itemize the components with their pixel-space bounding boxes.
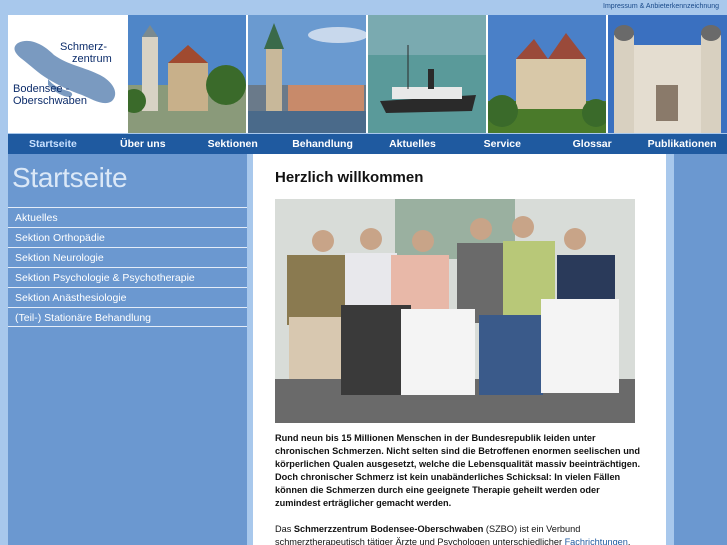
sidebar-item-orthopaedie[interactable]: Sektion Orthopädie [8,227,247,247]
nav-sektionen[interactable]: Sektionen [188,134,278,154]
nav-service[interactable]: Service [457,134,547,154]
photo-church-town [128,15,246,133]
nav-publikationen[interactable]: Publikationen [637,134,727,154]
main-content: Herzlich willkommen Rund neun bis 15 Mil… [253,154,666,545]
top-bar: Impressum & Anbieterkennzeichnung [0,0,727,15]
about-text-end: . [627,537,631,545]
sidebar-item-stationaer[interactable]: (Teil-) Stationäre Behandlung [8,307,247,327]
nav-behandlung[interactable]: Behandlung [278,134,368,154]
sidebar-menu: Aktuelles Sektion Orthopädie Sektion Neu… [8,207,247,327]
impressum-link[interactable]: Impressum & Anbieterkennzeichnung [603,3,719,10]
sidebar-item-neurologie[interactable]: Sektion Neurologie [8,247,247,267]
page-heading: Herzlich willkommen [275,169,424,186]
sidebar-item-anaesthesiologie[interactable]: Sektion Anästhesiologie [8,287,247,307]
photo-steamboat [368,15,486,133]
about-text-start: Das [275,524,294,534]
sidebar: Startseite Aktuelles Sektion Orthopädie … [8,154,247,545]
logo-text-4: Oberschwaben [13,95,87,107]
column-gap-right [666,154,674,545]
logo-text-1: Schmerz- [60,41,108,53]
nav-glossar[interactable]: Glossar [547,134,637,154]
nav-aktuelles[interactable]: Aktuelles [368,134,458,154]
site-logo[interactable]: Schmerz- zentrum Bodensee - Oberschwaben [8,15,128,133]
nav-startseite[interactable]: Startseite [8,134,98,154]
photo-baroque-church [608,15,727,133]
fachrichtungen-link[interactable]: Fachrichtungen [565,537,628,545]
team-photo [275,199,635,423]
lake-map-icon [14,40,116,104]
photo-castle [488,15,606,133]
main-navigation: Startseite Über uns Sektionen Behandlung… [8,134,727,154]
sidebar-item-psychologie[interactable]: Sektion Psychologie & Psychotherapie [8,267,247,287]
about-paragraph: Das Schmerzzentrum Bodensee-Oberschwaben… [275,523,647,545]
right-column [674,154,727,545]
photo-harbor-tower [248,15,366,133]
header-banner: Schmerz- zentrum Bodensee - Oberschwaben [8,15,727,133]
logo-text-3: Bodensee - [13,83,70,95]
about-org-name: Schmerzzentrum Bodensee-Oberschwaben [293,524,484,534]
logo-text-2: zentrum [72,53,112,65]
sidebar-item-aktuelles[interactable]: Aktuelles [8,207,247,227]
nav-ueber-uns[interactable]: Über uns [98,134,188,154]
intro-paragraph: Rund neun bis 15 Millionen Menschen in d… [275,433,641,508]
sidebar-title: Startseite [12,162,128,193]
